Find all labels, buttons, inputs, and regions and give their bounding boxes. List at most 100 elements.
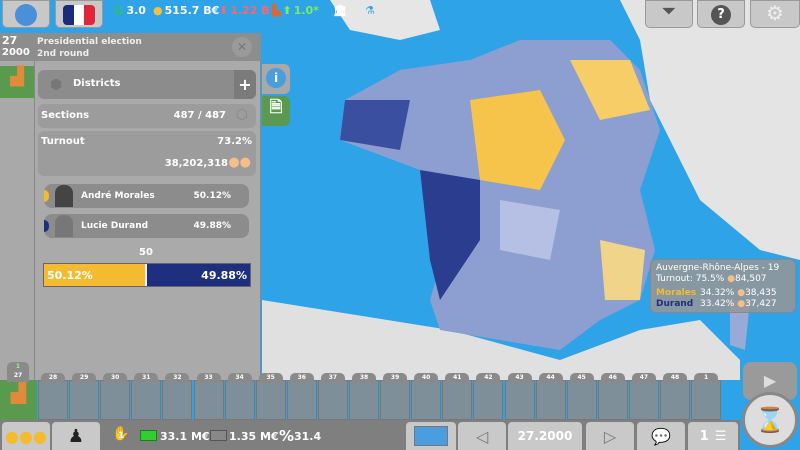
timeline-day-cell[interactable] xyxy=(442,380,473,420)
actions-count: 1 xyxy=(118,431,125,441)
world-map-button[interactable] xyxy=(406,422,456,450)
timeline-day-label: 1 xyxy=(694,373,719,383)
close-icon[interactable]: ✕ xyxy=(232,37,252,57)
event-count: 1 xyxy=(15,363,21,370)
info-tab[interactable]: i xyxy=(262,64,290,94)
candidate-name: Lucie Durand xyxy=(81,221,149,231)
timeline-day-label: 36 xyxy=(289,373,314,383)
timeline-day-cell[interactable] xyxy=(349,380,379,420)
play-icon: ▶ xyxy=(763,371,777,390)
report-tab[interactable]: 🗎 xyxy=(262,96,290,126)
growth-stat[interactable]: ▙ ⬆ 1.0* xyxy=(272,4,319,17)
tooltip-votes: 37,427 xyxy=(745,299,777,309)
timeline-current-label: 1 27 xyxy=(7,362,29,382)
candidate-pct: 49.88% xyxy=(193,221,232,231)
sections-value: 487 / 487 xyxy=(173,110,226,121)
election-tab[interactable]: ▟ xyxy=(0,66,34,98)
deficit-stat[interactable]: ⬇ 1.22 B xyxy=(219,4,270,17)
world-button[interactable] xyxy=(2,0,50,28)
timeline-day-label: 32 xyxy=(165,373,190,383)
coins-icon: ● xyxy=(153,4,163,17)
prev-day-button[interactable]: ◁ xyxy=(458,422,506,450)
gear-icon: ⚙ xyxy=(766,1,784,25)
people-icon: ●●● xyxy=(5,426,47,446)
next-day-button[interactable]: ▷ xyxy=(586,422,634,450)
panel-header: 27 2000 Presidential election 2nd round ✕ xyxy=(0,33,261,61)
population-button[interactable]: ●●● xyxy=(2,422,50,450)
timeline-day-cell[interactable] xyxy=(38,380,68,420)
president-button[interactable]: ♟ xyxy=(52,422,100,450)
party-color-marker xyxy=(44,190,49,202)
list-icon: ☰ xyxy=(714,428,727,444)
timeline-day-cell[interactable] xyxy=(193,380,224,420)
funnel-icon: ⏷ xyxy=(662,1,676,20)
timeline-day-cell[interactable] xyxy=(566,380,597,420)
list-button[interactable]: 1 ☰ xyxy=(688,422,738,450)
tooltip-region: Auvergne-Rhône-Alpes - 19 xyxy=(656,263,780,273)
timeline-day-cell[interactable] xyxy=(691,380,722,420)
candidate-avatar xyxy=(55,215,73,237)
help-button[interactable]: ? xyxy=(697,0,745,28)
timeline-day-label: 30 xyxy=(103,373,128,383)
money-expense: 1.35 M€ xyxy=(229,430,279,443)
timeline-day-label: 43 xyxy=(507,373,532,383)
timeline-day-cell[interactable] xyxy=(131,380,162,420)
tooltip-turnout: Turnout: 75.5% xyxy=(656,274,725,284)
treasury-stat[interactable]: ● 515.7 B€ xyxy=(153,4,219,17)
happiness-stat[interactable]: ☺ 3.0 xyxy=(113,4,146,17)
timeline-day-cell[interactable] xyxy=(535,380,566,420)
timeline-day-cell[interactable] xyxy=(597,380,628,420)
districts-label: Districts xyxy=(73,78,121,89)
timeline-day-cell[interactable] xyxy=(286,380,317,420)
timeline-day-cell[interactable] xyxy=(504,380,535,420)
country-button[interactable] xyxy=(55,0,103,28)
institution-icon[interactable]: 🏛 xyxy=(333,4,347,17)
districts-button[interactable]: ⬢ Districts + xyxy=(38,70,256,99)
election-title: Presidential election xyxy=(37,37,142,47)
timeline-day-label: 37 xyxy=(320,373,345,383)
turnout-label: Turnout xyxy=(41,136,85,147)
timeline-day-cell[interactable] xyxy=(660,380,690,420)
timeline-day-cell[interactable] xyxy=(69,380,100,420)
hourglass-button[interactable]: ⌛ xyxy=(742,392,798,448)
timeline-day-cell[interactable] xyxy=(380,380,411,420)
timeline-day-label: 45 xyxy=(569,373,594,383)
money-income: 33.1 M€ xyxy=(160,430,210,443)
filter-button[interactable]: ⏷ xyxy=(645,0,693,28)
percent-value: 31.4 xyxy=(294,430,322,443)
timeline-day-label: 47 xyxy=(631,373,656,383)
timeline-day-label: 31 xyxy=(134,373,159,383)
candidate-name: André Morales xyxy=(81,191,155,201)
bar-midpoint-label: 50 xyxy=(139,247,153,258)
settings-button[interactable]: ⚙ xyxy=(750,0,800,28)
timeline-current[interactable]: ▟ xyxy=(0,380,37,420)
candidate-avatar xyxy=(55,185,73,207)
plus-icon[interactable]: + xyxy=(234,70,256,99)
timeline-day-cell[interactable] xyxy=(162,380,193,420)
voters-icon: ● xyxy=(737,288,746,298)
tooltip-pct: 34.32% xyxy=(700,288,735,298)
timeline-day-cell[interactable] xyxy=(473,380,504,420)
messages-button[interactable]: 💬 xyxy=(637,422,685,450)
result-bar: 50.12% 49.88% xyxy=(43,263,251,287)
turnout-box: Turnout 73.2% 38,202,318 ●● xyxy=(38,131,256,176)
flask-icon[interactable]: ⚗ xyxy=(365,4,375,17)
timeline-day-cell[interactable] xyxy=(411,380,442,420)
question-icon: ? xyxy=(711,5,731,25)
timeline-day-cell[interactable] xyxy=(628,380,659,420)
timeline-day-cell[interactable] xyxy=(317,380,348,420)
tooltip-pct: 33.42% xyxy=(700,299,735,309)
arrow-up-icon: ⬆ xyxy=(282,4,292,17)
candidate-row[interactable]: Lucie Durand 49.88% xyxy=(44,214,249,238)
timeline-day-cell[interactable] xyxy=(100,380,131,420)
timeline-day-label: 28 xyxy=(41,373,65,383)
timeline-day-cell[interactable] xyxy=(224,380,255,420)
hourglass-icon: ⌛ xyxy=(755,406,785,434)
info-icon: i xyxy=(266,68,286,88)
date-display: 27.2000 xyxy=(508,422,582,450)
candidate-row[interactable]: André Morales 50.12% xyxy=(44,184,249,208)
day: 27 xyxy=(2,34,18,47)
region-tooltip: Auvergne-Rhône-Alpes - 19 Turnout: 75.5%… xyxy=(650,259,796,313)
chevron-left-icon: ◁ xyxy=(475,426,489,446)
timeline-day-cell[interactable] xyxy=(255,380,286,420)
